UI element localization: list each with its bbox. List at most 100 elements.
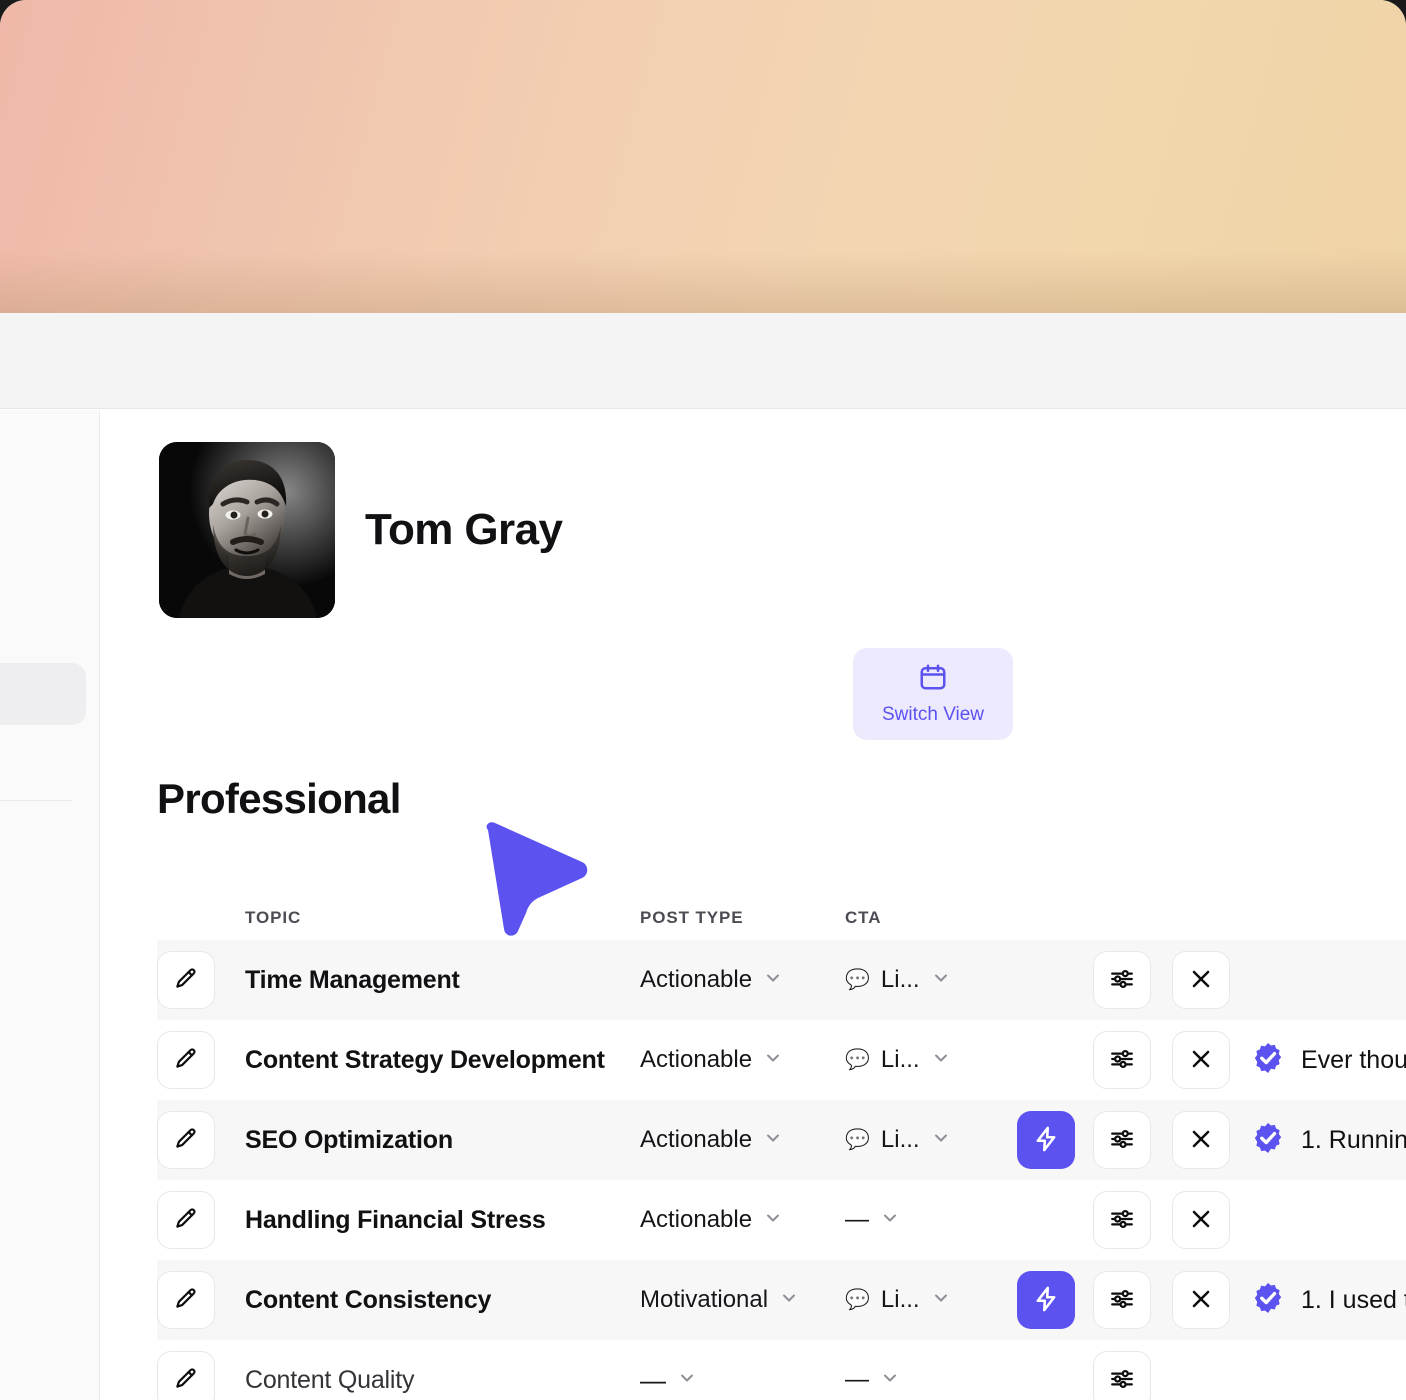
avatar [159, 442, 335, 618]
post-type-select[interactable]: Actionable [640, 1206, 783, 1234]
speech-bubble-icon: 💬 [845, 969, 870, 991]
row-settings-button[interactable] [1093, 1111, 1151, 1169]
generate-button[interactable] [1017, 1271, 1075, 1329]
post-type-value: Actionable [640, 966, 753, 993]
edit-row-button[interactable] [157, 1351, 215, 1400]
cta-value: Li... [880, 1046, 920, 1073]
table-header-row: TOPIC POST TYPE CTA [157, 895, 1406, 940]
remove-row-button[interactable] [1172, 1271, 1230, 1329]
topic-label: Content Strategy Development [245, 1045, 605, 1074]
post-type-select[interactable]: Motivational [640, 1286, 799, 1314]
sliders-icon [1109, 1126, 1135, 1155]
topic-label: Content Quality [245, 1365, 415, 1394]
remove-row-button[interactable] [1172, 1031, 1230, 1089]
post-preview-text: 1. Running [1301, 1125, 1406, 1154]
column-header-topic: TOPIC [245, 907, 302, 927]
sliders-icon [1109, 1366, 1135, 1395]
close-icon [1188, 1206, 1214, 1235]
generate-button[interactable] [1017, 1111, 1075, 1169]
cta-value: Li... [880, 966, 920, 993]
post-preview[interactable]: 1. I used t [1251, 1281, 1406, 1320]
chevron-down-icon [779, 1288, 799, 1313]
post-type-select[interactable]: — [640, 1365, 697, 1396]
sliders-icon [1109, 1046, 1135, 1075]
table-row: SEO Optimization Actionable 💬 Li... 1. R… [157, 1100, 1406, 1180]
post-preview[interactable]: 1. Running [1251, 1121, 1406, 1160]
table-body: Time Management Actionable 💬 Li... Conte… [157, 940, 1406, 1400]
table-row: Content Quality — — [157, 1340, 1406, 1400]
topic-label: Time Management [245, 965, 460, 994]
row-settings-button[interactable] [1093, 1191, 1151, 1249]
close-icon [1188, 1126, 1214, 1155]
sidebar-divider [0, 800, 72, 801]
row-settings-button[interactable] [1093, 951, 1151, 1009]
cta-value: — [845, 1366, 869, 1393]
post-type-select[interactable]: Actionable [640, 1046, 783, 1074]
edit-row-button[interactable] [157, 951, 215, 1009]
switch-view-label: Switch View [881, 704, 985, 725]
cta-value: Li... [880, 1286, 920, 1313]
remove-row-button[interactable] [1172, 1111, 1230, 1169]
chevron-down-icon [931, 1048, 951, 1073]
close-icon [1188, 1286, 1214, 1315]
cta-select[interactable]: 💬 Li... [845, 966, 951, 994]
edit-row-button[interactable] [157, 1271, 215, 1329]
post-preview-text: 1. I used t [1301, 1285, 1406, 1314]
post-type-value: Actionable [640, 1206, 753, 1233]
post-type-value: Actionable [640, 1046, 753, 1073]
remove-row-button[interactable] [1172, 1191, 1230, 1249]
cta-select[interactable]: 💬 Li... [845, 1286, 951, 1314]
verified-badge-icon [1251, 1281, 1285, 1320]
main-content: Tom Gray Switch View Professional TOPIC … [101, 410, 1406, 1400]
row-settings-button[interactable] [1093, 1271, 1151, 1329]
pencil-icon [173, 1206, 199, 1235]
speech-bubble-icon: 💬 [845, 1049, 870, 1071]
switch-view-button[interactable]: Switch View [853, 648, 1013, 740]
cta-select[interactable]: 💬 Li... [845, 1126, 951, 1154]
edit-row-button[interactable] [157, 1111, 215, 1169]
chevron-down-icon [880, 1368, 900, 1393]
cta-select[interactable]: — [845, 1366, 900, 1394]
remove-row-button[interactable] [1172, 951, 1230, 1009]
topic-label: SEO Optimization [245, 1125, 453, 1154]
calendar-icon [918, 662, 948, 695]
table-row: Content Strategy Development Actionable 💬… [157, 1020, 1406, 1100]
cta-value: Li... [880, 1126, 920, 1153]
edit-row-button[interactable] [157, 1031, 215, 1089]
post-preview-text: Ever thoug [1301, 1045, 1406, 1074]
pencil-icon [173, 1286, 199, 1315]
pencil-icon [173, 1046, 199, 1075]
edit-row-button[interactable] [157, 1191, 215, 1249]
verified-badge-icon [1251, 1041, 1285, 1080]
topics-table: TOPIC POST TYPE CTA Time Management Actio… [157, 895, 1406, 1400]
post-type-select[interactable]: Actionable [640, 966, 783, 994]
cta-select[interactable]: 💬 Li... [845, 1046, 951, 1074]
table-row: Time Management Actionable 💬 Li... [157, 940, 1406, 1020]
sidebar-item-active[interactable] [0, 663, 86, 725]
column-header-post-type: POST TYPE [640, 907, 744, 927]
row-settings-button[interactable] [1093, 1351, 1151, 1400]
table-row: Handling Financial Stress Actionable — [157, 1180, 1406, 1260]
verified-badge-icon [1251, 1121, 1285, 1160]
post-preview[interactable]: Ever thoug [1251, 1041, 1406, 1080]
page-title: Professional [157, 775, 401, 822]
chevron-down-icon [677, 1368, 697, 1393]
post-type-select[interactable]: Actionable [640, 1126, 783, 1154]
speech-bubble-icon: 💬 [845, 1129, 870, 1151]
toolbar-strip [0, 313, 1406, 409]
sliders-icon [1109, 966, 1135, 995]
pencil-icon [173, 1126, 199, 1155]
chevron-down-icon [763, 1048, 783, 1073]
chevron-down-icon [763, 968, 783, 993]
cta-select[interactable]: — [845, 1206, 900, 1234]
lightning-bolt-icon [1032, 1285, 1060, 1316]
post-type-value: Motivational [640, 1286, 769, 1313]
sliders-icon [1109, 1206, 1135, 1235]
row-settings-button[interactable] [1093, 1031, 1151, 1089]
speech-bubble-icon: 💬 [845, 1289, 870, 1311]
chevron-down-icon [763, 1128, 783, 1153]
chevron-down-icon [880, 1208, 900, 1233]
topic-label: Handling Financial Stress [245, 1205, 546, 1234]
chevron-down-icon [931, 968, 951, 993]
close-icon [1188, 966, 1214, 995]
